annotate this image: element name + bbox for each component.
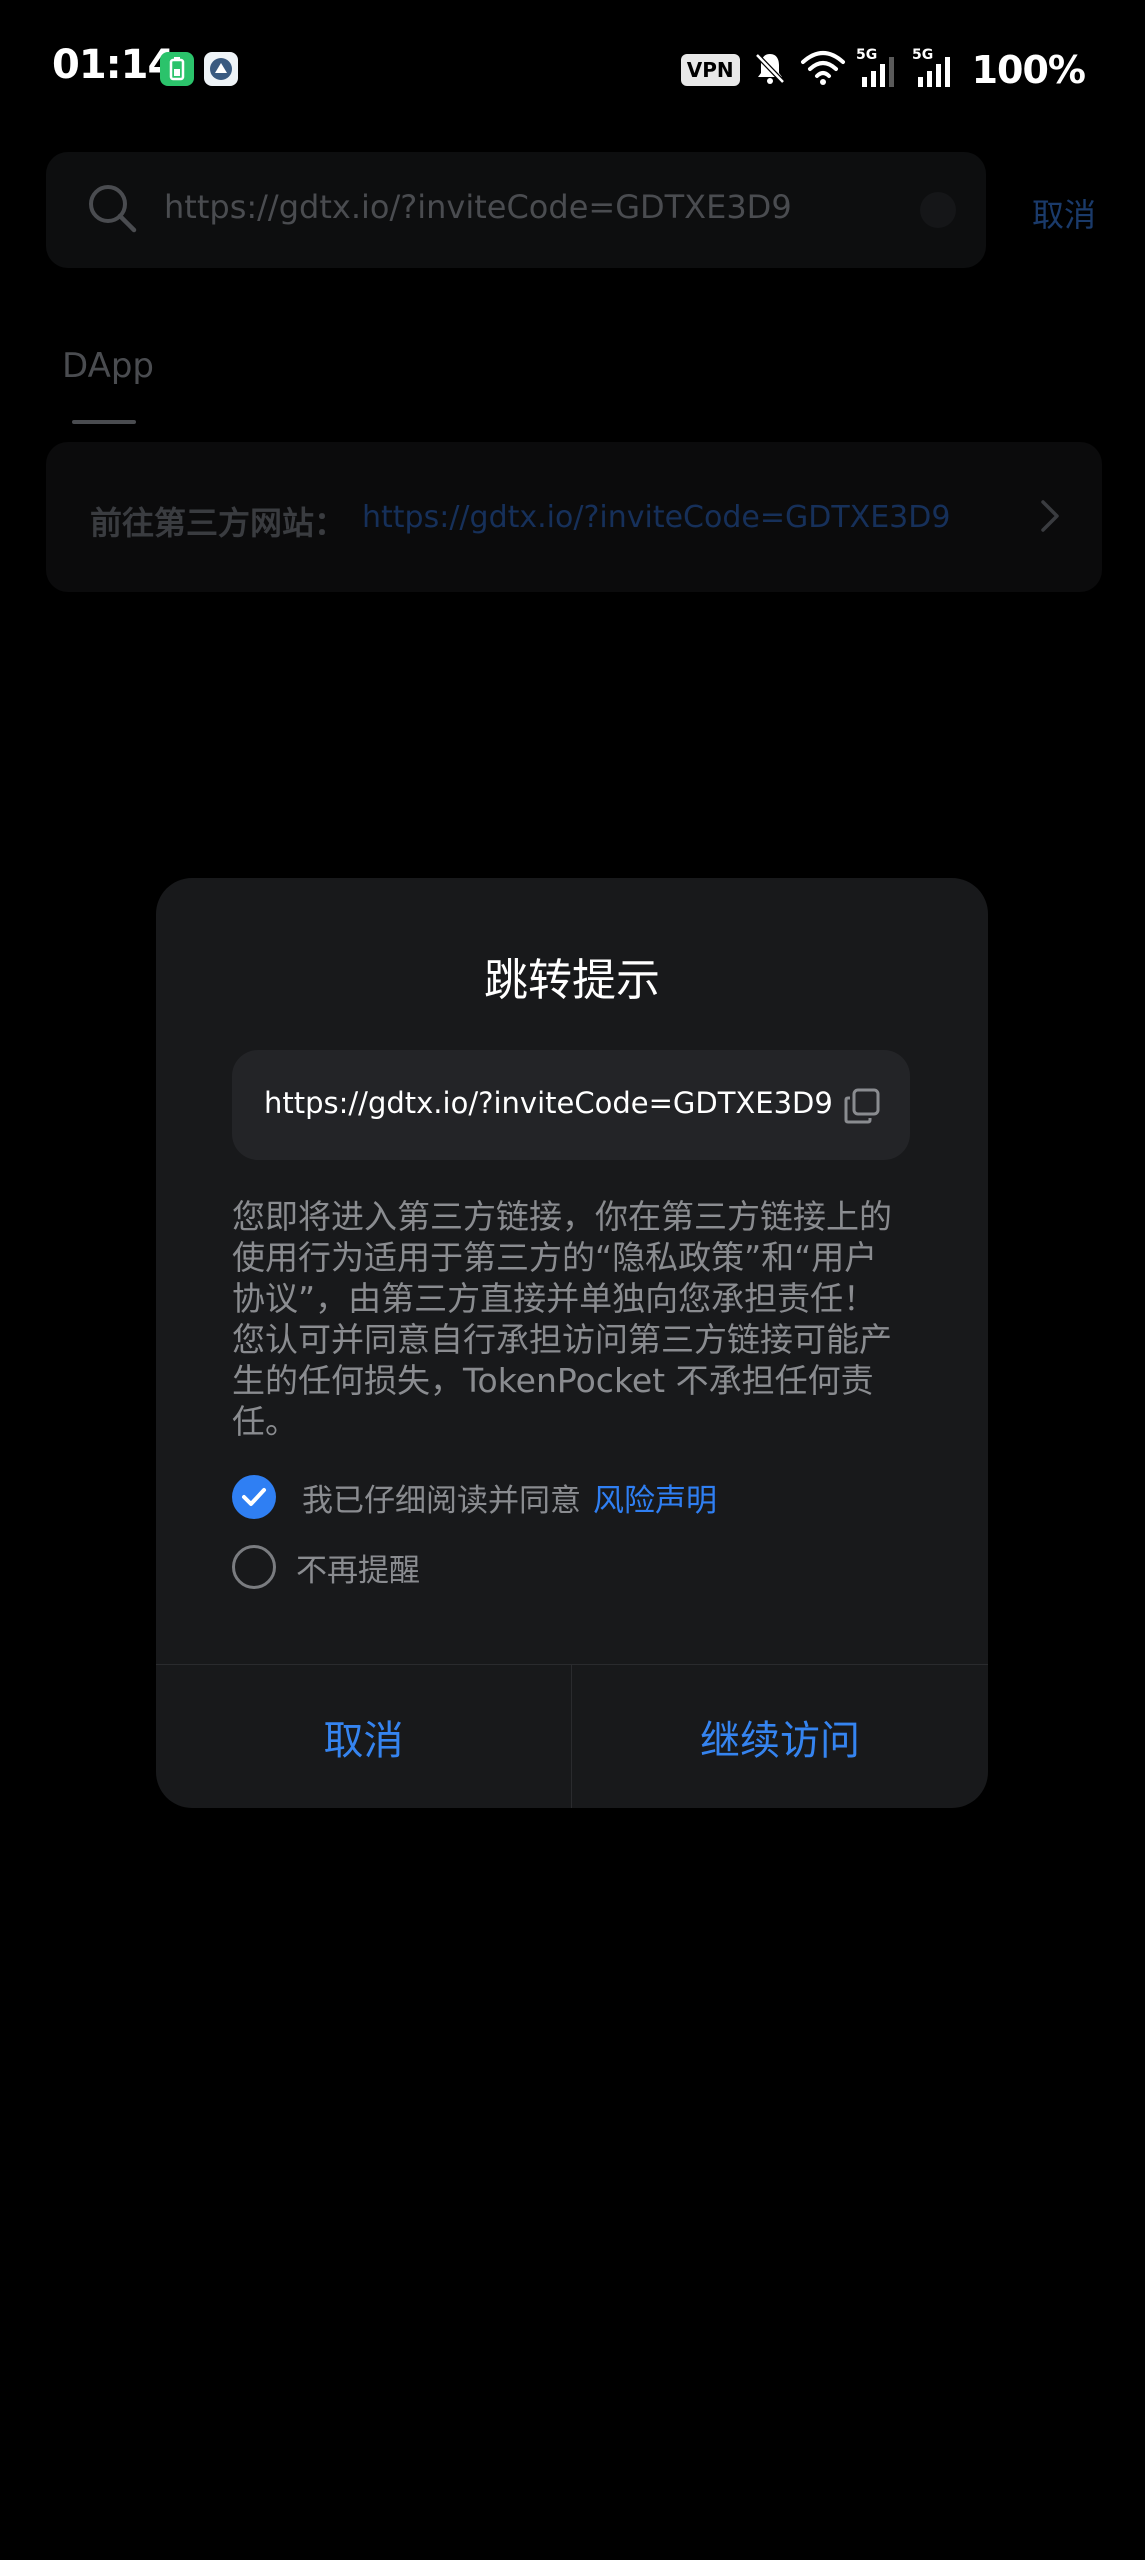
continue-visit-button[interactable]: 继续访问 (572, 1665, 988, 1808)
dialog-url-box: https://gdtx.io/?inviteCode=GDTXE3D9 (232, 1050, 910, 1160)
no-remind-row[interactable]: 不再提醒 (232, 1544, 420, 1590)
no-remind-checkbox[interactable] (232, 1545, 276, 1589)
cellular-signal-2-icon: 5G (912, 45, 958, 95)
goto-third-party-card[interactable]: 前往第三方网站： https://gdtx.io/?inviteCode=GDT… (46, 442, 1102, 592)
no-remind-label: 不再提醒 (296, 1552, 420, 1589)
svg-text:5G: 5G (856, 47, 877, 63)
wifi-icon (800, 48, 846, 92)
vpn-badge: VPN (680, 54, 740, 86)
cancel-button[interactable]: 取消 (156, 1665, 571, 1808)
dialog-disclaimer: 您即将进入第三方链接，你在第三方链接上的使用行为适用于第三方的“隐私政策”和“用… (232, 1197, 892, 1441)
dialog-title: 跳转提示 (484, 955, 660, 1006)
status-bar: 01:14 VPN 5G 5G 100% (0, 0, 1145, 140)
search-cancel-button[interactable]: 取消 (1032, 190, 1096, 236)
cellular-signal-1-icon: 5G (856, 45, 902, 95)
tab-dapp[interactable]: DApp (62, 346, 154, 386)
goto-label: 前往第三方网站： (90, 504, 347, 542)
tab-indicator (72, 420, 136, 424)
goto-url: https://gdtx.io/?inviteCode=GDTXE3D9 (362, 500, 951, 535)
chevron-right-icon (1038, 498, 1062, 538)
search-icon (86, 182, 140, 240)
agree-label: 我已仔细阅读并同意 (302, 1482, 581, 1519)
search-bar[interactable]: https://gdtx.io/?inviteCode=GDTXE3D9 (46, 152, 986, 268)
battery-saver-icon (160, 52, 194, 86)
dialog-url: https://gdtx.io/?inviteCode=GDTXE3D9 (264, 1086, 833, 1120)
battery-level: 100% (971, 48, 1086, 92)
copy-icon[interactable] (842, 1086, 882, 1130)
status-time: 01:14 (52, 42, 175, 88)
redirect-dialog: 跳转提示 https://gdtx.io/?inviteCode=GDTXE3D… (156, 878, 988, 1808)
check-icon (242, 1488, 266, 1506)
bell-off-icon (750, 48, 790, 92)
svg-text:5G: 5G (912, 47, 933, 63)
search-input[interactable]: https://gdtx.io/?inviteCode=GDTXE3D9 (164, 188, 792, 226)
app-notification-icon (204, 52, 238, 86)
risk-statement-link[interactable]: 风险声明 (593, 1475, 717, 1520)
status-icons: VPN 5G 5G 100% (680, 44, 1086, 96)
agree-checkbox[interactable] (232, 1475, 276, 1519)
clear-search-button[interactable] (920, 192, 956, 228)
agree-row[interactable]: 我已仔细阅读并同意 风险声明 (232, 1474, 717, 1520)
